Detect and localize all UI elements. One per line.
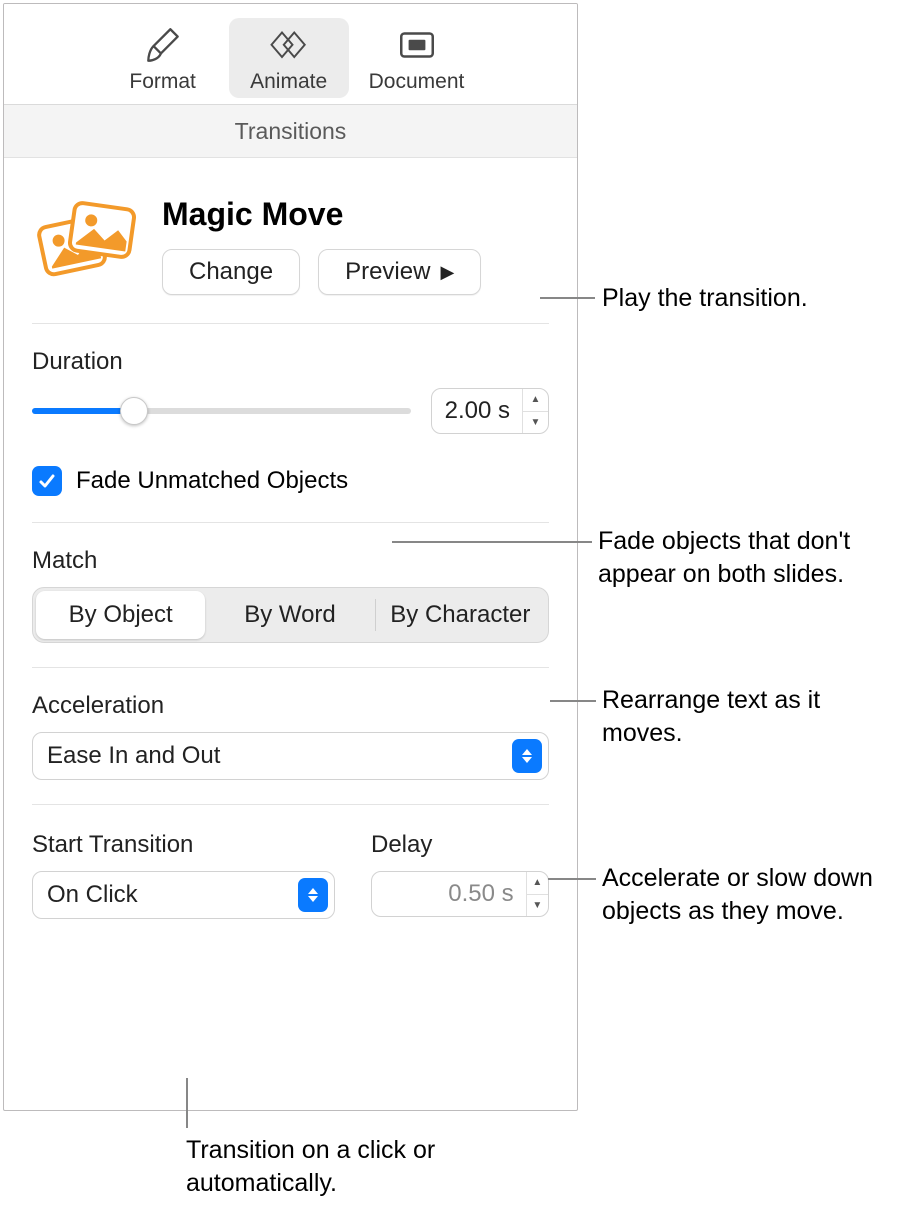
match-label: Match: [32, 547, 549, 575]
callout-preview: Play the transition.: [602, 282, 808, 315]
popup-caret-icon: [298, 878, 328, 912]
callout-fade: Fade objects that don't appear on both s…: [598, 525, 898, 590]
inspector-toolbar: Format Animate Document: [4, 4, 577, 104]
stepper-up-icon[interactable]: ▲: [527, 872, 548, 895]
delay-label: Delay: [371, 831, 549, 859]
acceleration-label: Acceleration: [32, 692, 549, 720]
subheader-transitions: Transitions: [4, 104, 577, 158]
duration-slider[interactable]: [32, 395, 411, 427]
animate-icon: [268, 24, 310, 66]
match-segmented: By Object By Word By Character: [32, 587, 549, 643]
match-by-word[interactable]: By Word: [205, 591, 374, 639]
fade-unmatched-label: Fade Unmatched Objects: [76, 467, 348, 495]
acceleration-section: Acceleration Ease In and Out: [32, 668, 549, 804]
tab-document-label: Document: [369, 70, 465, 94]
duration-value[interactable]: [432, 397, 522, 425]
acceleration-popup[interactable]: Ease In and Out: [32, 732, 549, 780]
start-transition-value: On Click: [47, 881, 138, 909]
stepper-down-icon[interactable]: ▼: [523, 412, 548, 434]
subheader-label: Transitions: [235, 118, 347, 145]
paintbrush-icon: [142, 24, 184, 66]
duration-stepper[interactable]: ▲ ▼: [431, 388, 549, 434]
tab-animate-label: Animate: [250, 70, 327, 94]
delay-stepper[interactable]: ▲ ▼: [371, 871, 549, 917]
magic-move-icon: [32, 200, 140, 284]
popup-caret-icon: [512, 739, 542, 773]
tab-format[interactable]: Format: [103, 18, 223, 98]
start-transition-popup[interactable]: On Click: [32, 871, 335, 919]
transition-name: Magic Move: [162, 196, 549, 233]
acceleration-value: Ease In and Out: [47, 742, 220, 770]
change-button[interactable]: Change: [162, 249, 300, 295]
fade-unmatched-row[interactable]: Fade Unmatched Objects: [32, 458, 549, 522]
fade-unmatched-checkbox[interactable]: [32, 466, 62, 496]
callout-start: Transition on a click or automatically.: [186, 1134, 486, 1199]
preview-button[interactable]: Preview ▶: [318, 249, 481, 295]
tab-animate[interactable]: Animate: [229, 18, 349, 98]
start-delay-row: Start Transition On Click Delay ▲ ▼: [32, 805, 549, 919]
callout-match: Rearrange text as it moves.: [602, 684, 862, 749]
tab-document[interactable]: Document: [355, 18, 479, 98]
duration-label: Duration: [32, 348, 549, 376]
stepper-down-icon[interactable]: ▼: [527, 895, 548, 917]
delay-value[interactable]: [372, 880, 526, 908]
tab-format-label: Format: [129, 70, 196, 94]
match-by-object[interactable]: By Object: [36, 591, 205, 639]
callout-accel: Accelerate or slow down objects as they …: [602, 862, 902, 927]
match-by-character[interactable]: By Character: [376, 591, 545, 639]
match-section: Match By Object By Word By Character: [32, 523, 549, 667]
inspector-panel: Format Animate Document Transitions: [3, 3, 578, 1111]
document-icon: [396, 24, 438, 66]
duration-section: Duration ▲ ▼: [32, 324, 549, 458]
play-icon: ▶: [440, 262, 454, 283]
stepper-up-icon[interactable]: ▲: [523, 389, 548, 412]
start-transition-label: Start Transition: [32, 831, 335, 859]
transition-header: Magic Move Change Preview ▶: [32, 158, 549, 323]
